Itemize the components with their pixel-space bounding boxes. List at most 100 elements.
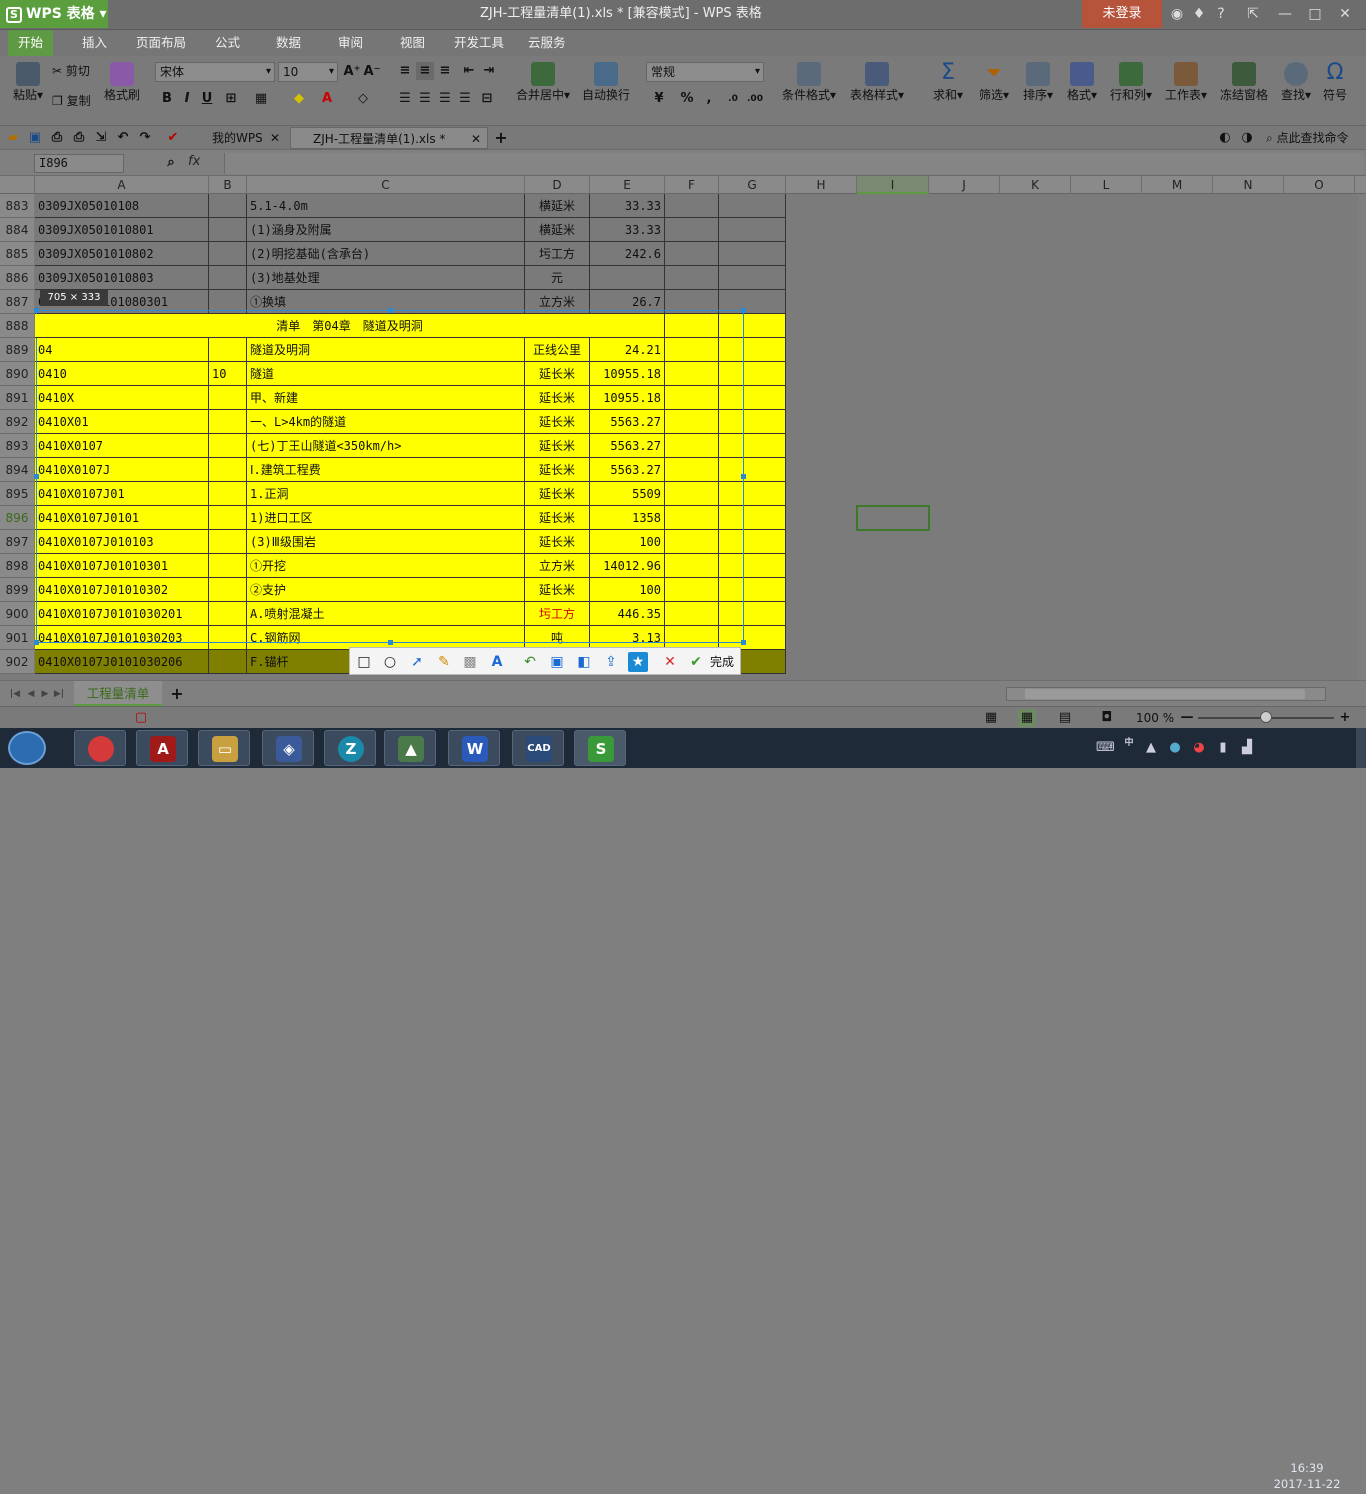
zoom-slider[interactable] [1198, 711, 1334, 723]
row-header[interactable]: 897 [0, 530, 34, 554]
cell-empty[interactable] [665, 266, 719, 290]
column-header[interactable]: B [209, 176, 247, 194]
capture-selection[interactable] [34, 308, 746, 645]
cell-b[interactable] [209, 242, 247, 266]
format-painter-button[interactable]: 格式刷 [104, 62, 140, 103]
row-header[interactable]: 900 [0, 602, 34, 626]
ime-icon[interactable]: 中 [1120, 734, 1138, 752]
row-header[interactable]: 885 [0, 242, 34, 266]
resize-handle[interactable] [34, 640, 39, 645]
resize-handle[interactable] [34, 308, 39, 313]
row-header[interactable]: 895 [0, 482, 34, 506]
cell-empty[interactable] [719, 218, 786, 242]
taskbar-app[interactable]: A [136, 730, 188, 766]
table-style-button[interactable]: 表格样式▾ [846, 62, 908, 103]
rectangle-icon[interactable]: □ [354, 652, 374, 672]
mosaic-icon[interactable]: ▩ [460, 652, 480, 672]
cell-d[interactable]: 横延米 [525, 194, 590, 218]
indent-increase-icon[interactable]: ⇥ [480, 62, 498, 80]
save-icon[interactable]: ▣ [547, 652, 567, 672]
tray-expand-icon[interactable]: ▲ [1142, 739, 1160, 757]
bold-icon[interactable]: B [158, 90, 176, 108]
cell-c[interactable]: (3)地基处理 [247, 266, 525, 290]
cancel-icon[interactable]: ✕ [660, 652, 680, 672]
row-header[interactable]: 893 [0, 434, 34, 458]
freeze-panes-button[interactable]: 冻结窗格 [1216, 62, 1272, 103]
taskbar-app[interactable]: CAD [512, 730, 564, 766]
copy-icon[interactable]: ◧ [574, 652, 594, 672]
font-color-icon[interactable]: A [318, 90, 336, 108]
row-header[interactable]: 890 [0, 362, 34, 386]
cell-empty[interactable] [719, 194, 786, 218]
resize-handle[interactable] [388, 640, 393, 645]
export-icon[interactable]: ⇲ [92, 129, 110, 147]
command-search[interactable]: ⌕ 点此查找命令 [1266, 129, 1366, 147]
cell-d[interactable]: 圬工方 [525, 242, 590, 266]
taskbar-app[interactable]: ▭ [198, 730, 250, 766]
new-tab-icon[interactable]: + [492, 129, 510, 147]
clear-format-icon[interactable]: ◇ [354, 90, 372, 108]
taskbar-app[interactable]: ▲ [384, 730, 436, 766]
save-icon[interactable]: ▣ [26, 129, 44, 147]
number-format-select[interactable]: 常规 [646, 62, 764, 82]
active-cell[interactable] [856, 505, 930, 531]
row-header[interactable]: 896 [0, 506, 34, 530]
resize-handle[interactable] [741, 640, 746, 645]
menu-cloud[interactable]: 云服务 [518, 30, 576, 56]
cell-b[interactable] [209, 218, 247, 242]
undo-icon[interactable]: ↶ [114, 129, 132, 147]
taskbar-app[interactable] [74, 730, 126, 766]
filter-button[interactable]: ⏷ 筛选▾ [974, 60, 1014, 103]
undo-icon[interactable]: ↶ [520, 652, 540, 672]
zoom-level[interactable]: 100 % [1136, 709, 1174, 727]
column-header[interactable]: L [1071, 176, 1142, 194]
justify-icon[interactable]: ☰ [456, 90, 474, 108]
zoom-in-icon[interactable]: + [1336, 709, 1354, 727]
system-clock[interactable]: 16:39 2017-11-22 [1262, 1460, 1352, 1494]
thousands-icon[interactable]: , [700, 90, 718, 108]
merge-center-button[interactable]: 合并居中▾ [510, 62, 576, 103]
start-button[interactable] [8, 731, 46, 765]
menu-home[interactable]: 开始 [8, 30, 54, 56]
underline-icon[interactable]: U [198, 90, 216, 108]
row-header[interactable]: 889 [0, 338, 34, 362]
customize-icon[interactable]: ✔ [164, 129, 182, 147]
menu-data[interactable]: 数据 [266, 30, 311, 56]
taskbar-app[interactable]: W [448, 730, 500, 766]
pin-icon[interactable]: ★ [628, 652, 648, 672]
scroll-thumb[interactable] [1025, 689, 1305, 699]
align-center-icon[interactable]: ☰ [416, 90, 434, 108]
macro-icon[interactable]: ▢ [132, 709, 150, 727]
align-middle-icon[interactable]: ≡ [416, 62, 434, 80]
cell-d[interactable]: 元 [525, 266, 590, 290]
reading-mode-icon[interactable]: ◘ [1098, 709, 1116, 727]
help-icon[interactable]: ? [1212, 5, 1230, 23]
find-button[interactable]: 查找▾ [1276, 62, 1316, 103]
zoom-out-icon[interactable]: — [1178, 709, 1196, 727]
cell-shading-icon[interactable]: ▦ [252, 90, 270, 108]
name-box[interactable]: I896 [34, 154, 124, 173]
align-top-icon[interactable]: ≡ [396, 62, 414, 80]
decrease-decimal-icon[interactable]: .00 [746, 90, 764, 108]
done-button[interactable]: 完成 [710, 652, 734, 672]
select-all-corner[interactable] [0, 176, 35, 194]
cell-e[interactable]: 33.33 [590, 218, 665, 242]
cell-a[interactable]: 0410X0107J0101030206 [35, 650, 209, 674]
font-name-select[interactable]: 宋体 [155, 62, 275, 82]
print-preview-icon[interactable]: ⎙ [48, 129, 66, 147]
currency-icon[interactable]: ¥ [650, 90, 668, 108]
cell-b[interactable] [209, 650, 247, 674]
taskbar-app-active[interactable]: S [574, 730, 626, 766]
column-header[interactable]: J [929, 176, 1000, 194]
fill-color-icon[interactable]: ◆ [290, 90, 308, 108]
keyboard-icon[interactable]: ⌨ [1096, 739, 1115, 757]
nav-back-icon[interactable]: ◐ [1216, 129, 1234, 147]
add-sheet-icon[interactable]: + [168, 685, 186, 703]
column-header[interactable]: G [719, 176, 786, 194]
tab-document[interactable]: ZJH-工程量清单(1).xls * ✕ [290, 127, 488, 149]
column-header[interactable]: N [1213, 176, 1284, 194]
column-header[interactable]: A [35, 176, 209, 194]
conditional-format-button[interactable]: 条件格式▾ [778, 62, 840, 103]
font-size-select[interactable]: 10 [278, 62, 338, 82]
shirt-icon[interactable]: ♦ [1190, 5, 1208, 23]
